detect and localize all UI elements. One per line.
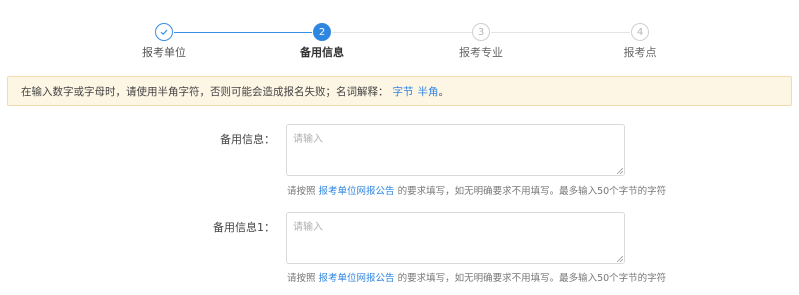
- backup-info-1-textarea[interactable]: [286, 212, 625, 264]
- step-4-label: 报考点: [623, 46, 657, 59]
- backup-info-hint: 请按照 报考单位网报公告 的要求填写，如无明确要求不用填写。最多输入50个字节的…: [287, 183, 666, 197]
- notice-text: 在输入数字或字母时，请使用半角字符，否则可能会造成报名失败；名词解释：: [21, 85, 389, 98]
- step-1-check-icon: [155, 23, 173, 41]
- hint-suffix: 的要求填写，如无明确要求不用填写。最多输入50个字节的字符: [397, 186, 667, 197]
- backup-info-textarea[interactable]: [286, 124, 625, 176]
- step-connector-3: [491, 32, 630, 33]
- step-3-indicator: 3: [472, 23, 490, 41]
- step-4-indicator: 4: [631, 23, 649, 41]
- hint-prefix: 请按照: [287, 273, 316, 284]
- backup-info-1-label: 备用信息1：: [213, 221, 275, 234]
- step-connector-1: [174, 32, 312, 33]
- byte-definition-link[interactable]: 字节: [393, 84, 414, 99]
- halfwidth-definition-link[interactable]: 半角: [418, 84, 439, 99]
- step-1-label: 报考单位: [142, 46, 186, 59]
- halfwidth-notice: 在输入数字或字母时，请使用半角字符，否则可能会造成报名失败；名词解释： 字节 半…: [7, 76, 792, 106]
- hint-suffix: 的要求填写，如无明确要求不用填写。最多输入50个字节的字符: [397, 273, 667, 284]
- step-3-label: 报考专业: [459, 46, 503, 59]
- announcement-link[interactable]: 报考单位网报公告: [319, 186, 395, 197]
- progress-stepper: 报考单位 2 备用信息 3 报考专业 4 报考点: [0, 0, 799, 72]
- backup-info-label: 备用信息：: [220, 133, 275, 146]
- step-2-indicator: 2: [313, 23, 331, 41]
- step-connector-2: [332, 32, 472, 33]
- resize-grip-icon[interactable]: [616, 167, 623, 174]
- resize-grip-icon[interactable]: [616, 255, 623, 262]
- hint-prefix: 请按照: [287, 186, 316, 197]
- backup-info-1-hint: 请按照 报考单位网报公告 的要求填写，如无明确要求不用填写。最多输入50个字节的…: [287, 270, 666, 284]
- announcement-link[interactable]: 报考单位网报公告: [319, 273, 395, 284]
- notice-end: 。: [438, 85, 450, 98]
- step-2-label: 备用信息: [300, 46, 344, 59]
